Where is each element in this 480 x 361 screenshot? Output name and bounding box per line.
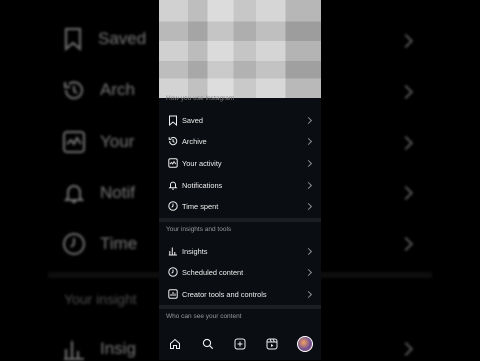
chevron-right-icon bbox=[398, 33, 414, 49]
bg-item-saved: Saved bbox=[62, 27, 146, 51]
menu-item-creator-tools[interactable]: Creator tools and controls bbox=[159, 284, 321, 304]
activity-icon bbox=[63, 131, 85, 153]
bg-item-time: Time bbox=[62, 232, 137, 256]
chevron-right-icon bbox=[304, 202, 313, 210]
profile-avatar[interactable] bbox=[296, 335, 314, 353]
section-heading-usage: How you use Instagram bbox=[166, 95, 235, 102]
chevron-right-icon bbox=[398, 135, 414, 151]
scheduled-icon bbox=[166, 265, 180, 279]
divider bbox=[159, 218, 321, 222]
bottom-nav bbox=[159, 328, 321, 360]
chevron-right-icon bbox=[304, 268, 313, 276]
bookmark-icon bbox=[166, 113, 180, 127]
menu-item-notifications[interactable]: Notifications bbox=[159, 175, 321, 195]
bg-item-insights: Insig bbox=[62, 337, 136, 361]
home-icon[interactable] bbox=[166, 335, 184, 353]
chevron-right-icon bbox=[304, 290, 313, 298]
menu-item-label: Insights bbox=[182, 246, 208, 256]
menu-item-label: Your activity bbox=[182, 158, 222, 168]
divider bbox=[159, 305, 321, 309]
archive-icon bbox=[64, 81, 83, 100]
bg-item-label: Your bbox=[100, 132, 135, 151]
menu-item-label: Archive bbox=[182, 136, 207, 146]
reels-icon[interactable] bbox=[263, 335, 281, 353]
chevron-right-icon bbox=[304, 247, 313, 255]
section-heading-insights: Your insights and tools bbox=[166, 226, 232, 233]
bg-item-label: Notif bbox=[100, 183, 135, 202]
phone-screen: How you use Instagram Saved Archive Your… bbox=[159, 0, 321, 360]
chevron-right-icon bbox=[304, 181, 313, 189]
bell-icon bbox=[166, 178, 180, 192]
plus-square-icon[interactable] bbox=[231, 335, 249, 353]
chevron-right-icon bbox=[398, 236, 414, 252]
bookmark-icon bbox=[65, 28, 81, 51]
chevron-right-icon bbox=[398, 341, 414, 357]
insights-icon bbox=[64, 341, 84, 360]
menu-item-label: Scheduled content bbox=[182, 267, 244, 277]
bg-item-label: Insig bbox=[100, 339, 136, 358]
menu-item-label: Saved bbox=[182, 115, 203, 125]
menu-item-label: Notifications bbox=[182, 180, 223, 190]
activity-icon bbox=[166, 156, 180, 170]
search-icon[interactable] bbox=[199, 335, 217, 353]
insights-icon bbox=[166, 244, 180, 258]
chevron-right-icon bbox=[304, 116, 313, 124]
menu-item-time-spent[interactable]: Time spent bbox=[159, 196, 321, 216]
clock-icon bbox=[166, 199, 180, 213]
menu-item-label: Creator tools and controls bbox=[182, 289, 267, 299]
section-heading-visibility: Who can see your content bbox=[166, 313, 242, 320]
bg-section-heading: Your insight bbox=[64, 291, 137, 307]
menu-item-insights[interactable]: Insights bbox=[159, 241, 321, 261]
bg-item-archive: Arch bbox=[62, 78, 135, 102]
menu-item-scheduled-content[interactable]: Scheduled content bbox=[159, 262, 321, 282]
pixelated-header-image bbox=[159, 0, 321, 98]
bell-icon bbox=[63, 185, 85, 203]
chevron-right-icon bbox=[304, 137, 313, 145]
clock-icon bbox=[63, 233, 85, 255]
bg-item-notifications: Notif bbox=[62, 181, 135, 205]
menu-item-your-activity[interactable]: Your activity bbox=[159, 153, 321, 173]
archive-icon bbox=[166, 134, 180, 148]
bg-item-label: Saved bbox=[98, 29, 147, 48]
menu-item-saved[interactable]: Saved bbox=[159, 110, 321, 130]
chevron-right-icon bbox=[398, 84, 414, 100]
menu-item-archive[interactable]: Archive bbox=[159, 131, 321, 151]
avatar bbox=[296, 336, 313, 352]
bg-item-label: Arch bbox=[100, 80, 135, 99]
bg-item-activity: Your bbox=[62, 130, 134, 154]
menu-item-label: Time spent bbox=[182, 201, 219, 211]
bg-item-label: Time bbox=[100, 234, 138, 253]
creator-tools-icon bbox=[166, 287, 180, 301]
chevron-right-icon bbox=[304, 159, 313, 167]
chevron-right-icon bbox=[398, 185, 414, 201]
